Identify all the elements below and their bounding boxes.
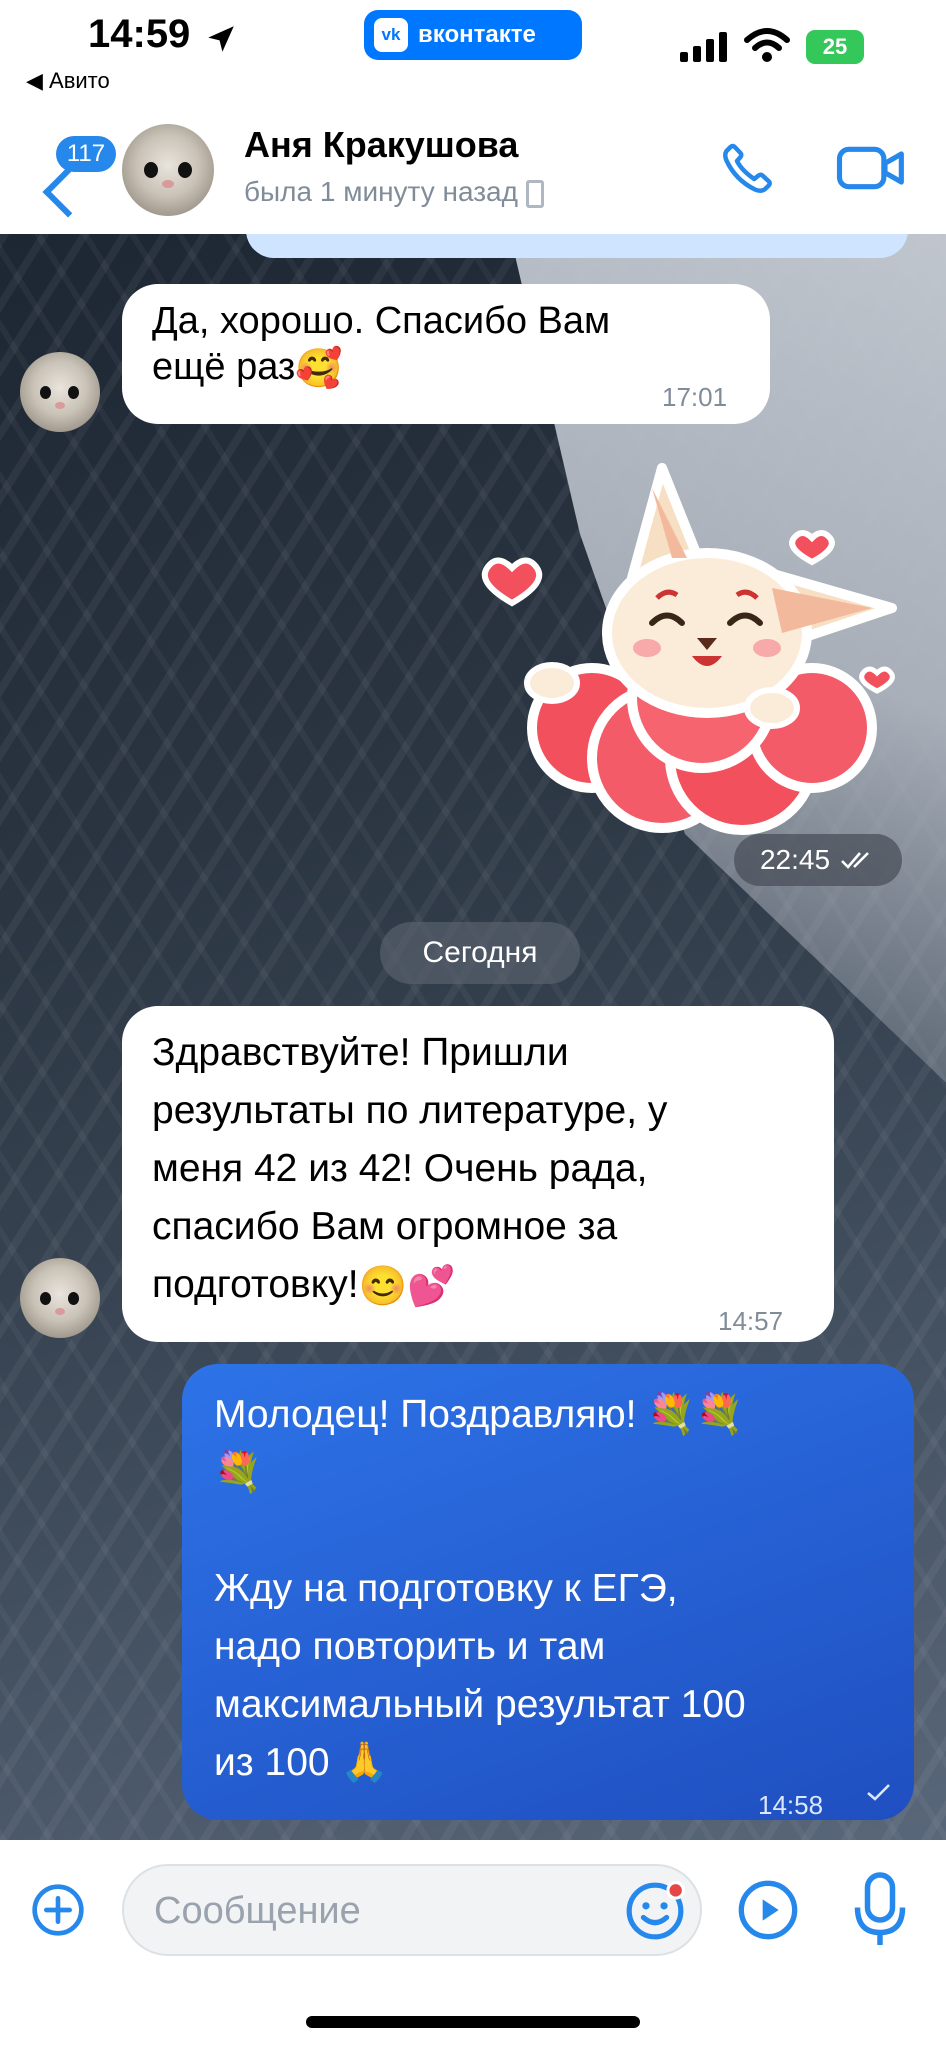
mobile-device-icon (525, 179, 544, 208)
message-bubble-incoming[interactable]: Здравствуйте! Пришли результаты по литер… (122, 1006, 834, 1342)
message-text-line: ещё раз (152, 346, 296, 388)
video-camera-icon[interactable] (836, 138, 906, 198)
unread-count-badge: 117 (56, 136, 116, 172)
previous-message-bubble[interactable] (246, 234, 908, 258)
sender-avatar[interactable] (20, 352, 100, 432)
message-bubble-outgoing[interactable]: Молодец! Поздравляю! 💐💐 💐 Жду на подгото… (182, 1364, 914, 1820)
sender-avatar[interactable] (20, 1258, 100, 1338)
message-text-line: Молодец! Поздравляю! 💐💐 (214, 1393, 745, 1436)
sticker-time-chip: 22:45 (734, 834, 902, 886)
emoji-icon[interactable] (624, 1880, 686, 1942)
message-bubble-incoming[interactable]: Да, хорошо. Спасибо Вам ещё раз🥰 17:01 (122, 284, 770, 424)
back-chevron-icon (42, 166, 94, 218)
emoji-smile-heart: 😊💕 (358, 1264, 456, 1308)
vk-app-pill: vk вконтакте (364, 10, 582, 60)
message-text-line: результаты по литературе, у (152, 1089, 668, 1132)
sent-check-icon (867, 1784, 890, 1801)
chat-header: 117 Аня Кракушова была 1 минуту назад (0, 110, 946, 234)
battery-level: 25 (822, 34, 848, 59)
battery-indicator: 25 (806, 30, 864, 64)
message-text-line: меня 42 из 42! Очень рада, (152, 1147, 648, 1190)
message-text-line: спасибо Вам огромное за (152, 1205, 618, 1248)
status-time: 14:59 (88, 12, 191, 56)
home-indicator (306, 2016, 640, 2028)
read-double-check-icon (841, 852, 869, 869)
cellular-signal-icon (680, 32, 727, 62)
message-text-line: Да, хорошо. Спасибо Вам (152, 300, 611, 342)
emoji-smiling-hearts: 🥰 (295, 347, 343, 390)
status-bar: 14:59 ◀ Авито vk вконтакте 25 (0, 0, 946, 110)
contact-last-seen: была 1 минуту назад (244, 176, 544, 208)
message-time: 14:57 (718, 1306, 784, 1336)
bunny-with-hearts-sticker[interactable] (472, 458, 912, 858)
message-text-line: подготовку! (152, 1263, 359, 1306)
message-text-line: Здравствуйте! Пришли (152, 1031, 569, 1074)
message-input[interactable]: Сообщение (122, 1864, 702, 1956)
message-text-line (214, 1502, 882, 1560)
message-input-placeholder: Сообщение (154, 1890, 361, 1932)
play-icon[interactable] (736, 1878, 800, 1942)
contact-name[interactable]: Аня Кракушова (244, 124, 518, 166)
message-text-line: надо повторить и там (214, 1625, 606, 1668)
date-separator: Сегодня (380, 922, 580, 984)
last-seen-text: была 1 минуту назад (244, 176, 518, 207)
message-time: 14:58 (758, 1790, 824, 1820)
phone-icon[interactable] (718, 138, 778, 198)
wifi-icon (744, 28, 790, 62)
contact-avatar[interactable] (122, 124, 214, 216)
message-text-line: Жду на подготовку к ЕГЭ, (214, 1567, 678, 1610)
microphone-icon[interactable] (850, 1870, 910, 1950)
back-button[interactable]: 117 (22, 122, 116, 218)
message-time: 22:45 (759, 844, 831, 875)
message-time: 17:01 (662, 382, 728, 412)
vk-logo-icon: vk (374, 18, 408, 52)
message-composer: Сообщение (0, 1840, 946, 2048)
message-text-line: максимальный результат 100 (214, 1683, 746, 1726)
location-arrow-icon (208, 26, 234, 52)
back-to-app-link[interactable]: ◀ Авито (26, 68, 110, 94)
chat-area[interactable]: Да, хорошо. Спасибо Вам ещё раз🥰 17:01 2… (0, 234, 946, 1840)
add-attachment-icon[interactable] (30, 1882, 86, 1938)
message-text-line: 💐 (214, 1451, 263, 1494)
vk-app-name: вконтакте (418, 21, 536, 48)
